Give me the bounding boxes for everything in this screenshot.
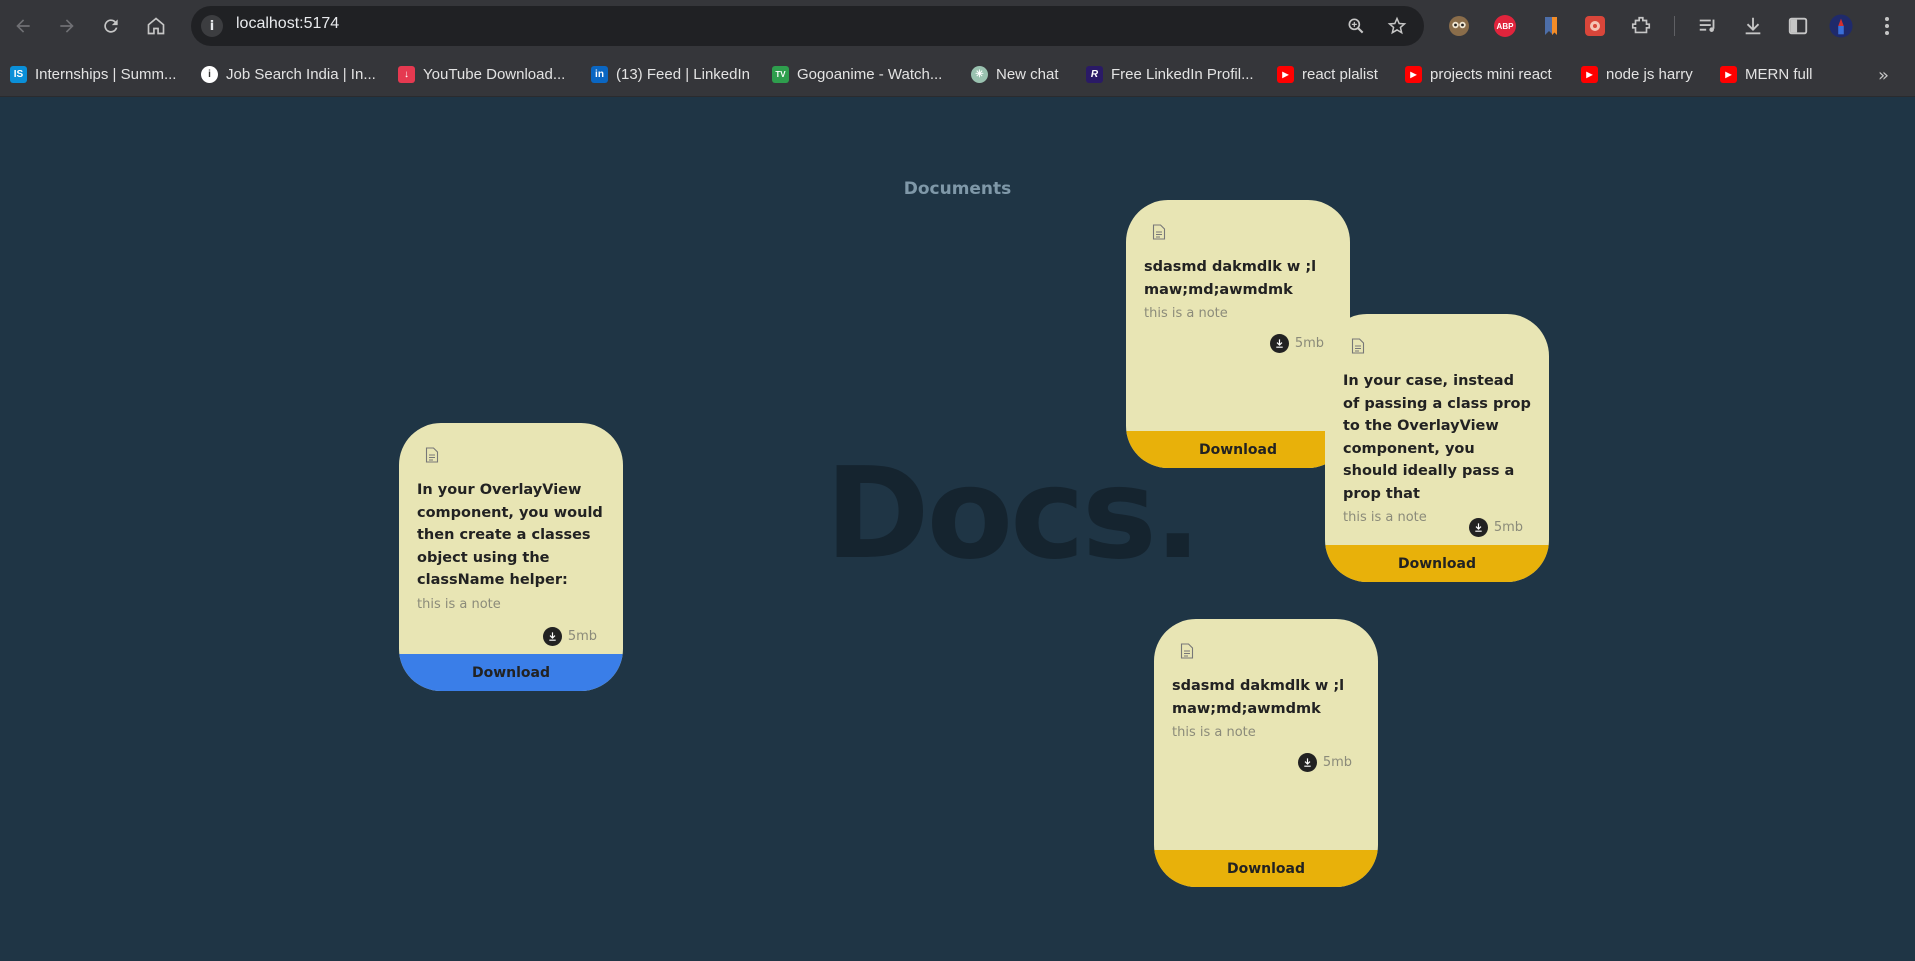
downloads-icon[interactable]: [1741, 14, 1765, 38]
reload-button[interactable]: [98, 13, 124, 39]
bookmark-label: New chat: [996, 65, 1059, 83]
home-icon: [147, 17, 165, 35]
youtube-icon: ▶: [1405, 65, 1422, 83]
extension-puzzle-red-icon[interactable]: [1583, 14, 1607, 38]
file-size: 5mb: [1493, 520, 1523, 535]
download-button[interactable]: Download: [1154, 850, 1378, 887]
back-button[interactable]: [10, 13, 36, 39]
youtube-icon: ▶: [1581, 65, 1598, 83]
menu-icon[interactable]: [1875, 14, 1899, 38]
download-icon: ↓: [398, 65, 415, 83]
download-icon[interactable]: [1269, 334, 1289, 353]
bookmark-label: react plalist: [1302, 65, 1378, 83]
site-info-icon[interactable]: i: [201, 15, 223, 37]
bookmark-projects-mini-react[interactable]: ▶ projects mini react: [1405, 63, 1552, 85]
bookmark-new-chat[interactable]: ✳ New chat: [971, 63, 1059, 85]
page-content: Documents Docs. In your OverlayView comp…: [0, 96, 1915, 961]
bookmark-label: Gogoanime - Watch...: [797, 65, 943, 83]
download-button[interactable]: Download: [1126, 431, 1350, 468]
extension-owl-icon[interactable]: [1447, 14, 1471, 38]
download-button[interactable]: Download: [399, 654, 623, 691]
bookmark-label: YouTube Download...: [423, 65, 566, 83]
card-note: this is a note: [1144, 306, 1228, 321]
extensions-puzzle-icon[interactable]: [1629, 14, 1653, 38]
card-title: In your OverlayView component, you would…: [417, 482, 603, 588]
download-icon[interactable]: [1297, 753, 1317, 772]
chevron-double-right-icon[interactable]: »: [1878, 65, 1889, 86]
extension-bookmark-icon[interactable]: [1539, 14, 1563, 38]
bookmark-gogoanime[interactable]: TV Gogoanime - Watch...: [772, 63, 942, 85]
indeed-icon: i: [201, 65, 218, 83]
address-bar[interactable]: i localhost:5174: [191, 6, 1424, 46]
document-icon: [1180, 643, 1194, 659]
document-icon: [1351, 338, 1365, 354]
document-card: sdasmd dakmdlk w ;l maw;md;awmdmk this i…: [1126, 200, 1350, 468]
document-card: In your case, instead of passing a class…: [1325, 314, 1549, 582]
toolbar-divider: [1674, 16, 1675, 36]
download-icon[interactable]: [1468, 518, 1488, 537]
bookmark-label: node js harry: [1606, 65, 1693, 83]
download-button[interactable]: Download: [1325, 545, 1549, 582]
document-card: sdasmd dakmdlk w ;l maw;md;awmdmk this i…: [1154, 619, 1378, 887]
profile-avatar[interactable]: [1829, 14, 1853, 38]
bookmarks-bar: IS Internships | Summ... i Job Search In…: [0, 52, 1915, 97]
gogoanime-icon: TV: [772, 65, 789, 83]
bookmark-linkedin-profile[interactable]: R Free LinkedIn Profil...: [1086, 63, 1254, 85]
bookmark-youtube-download[interactable]: ↓ YouTube Download...: [398, 63, 565, 85]
bookmark-label: (13) Feed | LinkedIn: [616, 65, 750, 83]
resume-icon: R: [1086, 65, 1103, 83]
bookmark-job-search[interactable]: i Job Search India | In...: [201, 63, 376, 85]
card-title: sdasmd dakmdlk w ;l maw;md;awmdmk: [1172, 678, 1345, 717]
bookmark-node-js[interactable]: ▶ node js harry: [1581, 63, 1693, 85]
file-size: 5mb: [1294, 336, 1324, 351]
adblock-plus-icon[interactable]: ABP: [1493, 14, 1517, 38]
home-button[interactable]: [143, 13, 169, 39]
bookmark-label: Internships | Summ...: [35, 65, 177, 83]
file-size: 5mb: [567, 629, 597, 644]
bookmark-label: MERN full: [1745, 65, 1813, 83]
bookmark-star-icon[interactable]: [1387, 16, 1407, 36]
page-title: Documents: [903, 179, 1012, 199]
zoom-icon[interactable]: [1346, 16, 1366, 36]
media-control-icon[interactable]: [1696, 14, 1720, 38]
bookmark-label: Free LinkedIn Profil...: [1111, 65, 1254, 83]
document-icon: [425, 447, 439, 463]
card-note: this is a note: [1172, 725, 1256, 740]
bookmark-linkedin[interactable]: in (13) Feed | LinkedIn: [591, 63, 750, 85]
bookmark-internships[interactable]: IS Internships | Summ...: [10, 63, 176, 85]
reload-icon: [104, 19, 118, 33]
card-title: sdasmd dakmdlk w ;l maw;md;awmdmk: [1144, 259, 1317, 298]
card-title: In your case, instead of passing a class…: [1343, 373, 1531, 502]
chatgpt-icon: ✳: [971, 65, 988, 83]
file-size: 5mb: [1322, 755, 1352, 770]
download-icon[interactable]: [542, 627, 562, 646]
side-panel-icon[interactable]: [1786, 14, 1810, 38]
internshala-icon: IS: [10, 65, 27, 83]
linkedin-icon: in: [591, 65, 608, 83]
bookmark-react-playlist[interactable]: ▶ react plalist: [1277, 63, 1378, 85]
arrow-right-icon: [60, 19, 74, 33]
youtube-icon: ▶: [1277, 65, 1294, 83]
bookmark-label: Job Search India | In...: [226, 65, 376, 83]
url-text[interactable]: localhost:5174: [236, 15, 339, 33]
youtube-icon: ▶: [1720, 65, 1737, 83]
card-note: this is a note: [417, 596, 501, 612]
background-logo: Docs.: [825, 440, 1202, 587]
browser-toolbar: i localhost:5174 ABP: [0, 0, 1915, 52]
bookmark-label: projects mini react: [1430, 65, 1552, 83]
document-icon: [1152, 224, 1166, 240]
document-card: In your OverlayView component, you would…: [399, 423, 623, 691]
forward-button[interactable]: [54, 13, 80, 39]
bookmark-mern-full[interactable]: ▶ MERN full: [1720, 63, 1813, 85]
arrow-left-icon: [16, 19, 30, 33]
